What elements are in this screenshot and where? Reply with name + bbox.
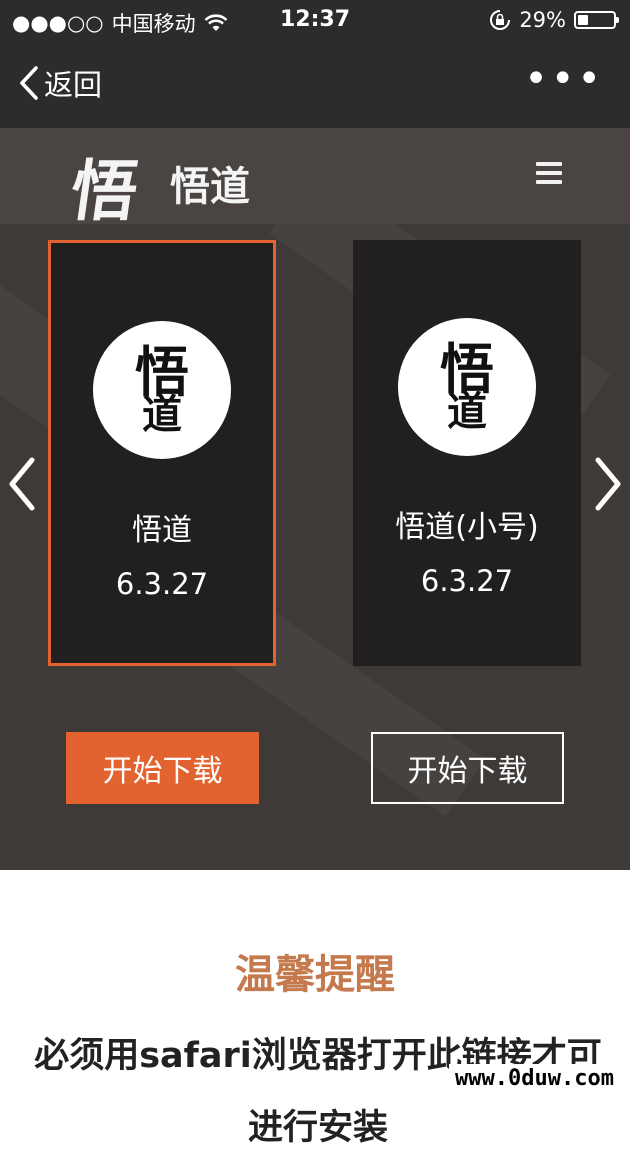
battery-icon <box>574 11 619 29</box>
nav-bar: 返回 ••• <box>0 48 630 118</box>
watermark: www.0duw.com <box>449 1064 620 1093</box>
app-gallery: 悟 道 悟道 6.3.27 悟 道 悟道(小号) 6.3.27 开始下载 开始下… <box>0 224 630 870</box>
battery-fill <box>578 15 588 25</box>
app-name: 悟道 <box>132 513 192 548</box>
app-name: 悟道(小号) <box>395 510 539 545</box>
back-button[interactable]: 返回 <box>18 62 102 104</box>
chevron-left-icon[interactable] <box>4 454 40 514</box>
battery-percent: 29% <box>519 8 566 32</box>
rotation-lock-icon <box>490 10 511 30</box>
app-version: 6.3.27 <box>420 564 514 598</box>
back-label: 返回 <box>44 68 103 102</box>
top-bar: ●●●○○ 中国移动 12:37 29% 返回 ••• <box>0 0 630 128</box>
app-card-main[interactable]: 悟 道 悟道 6.3.27 <box>48 240 276 666</box>
brand-logo: 悟 <box>65 152 143 230</box>
hamburger-menu-icon[interactable] <box>536 162 562 184</box>
app-logo: 悟 道 <box>398 318 536 456</box>
more-button[interactable]: ••• <box>524 56 604 102</box>
app-version: 6.3.27 <box>115 567 209 601</box>
app-logo: 悟 道 <box>93 321 231 459</box>
download-button-secondary[interactable]: 开始下载 <box>371 732 564 804</box>
tip-title: 温馨提醒 <box>235 952 395 998</box>
chevron-right-icon[interactable] <box>590 454 626 514</box>
brand-name: 悟道 <box>170 164 250 210</box>
app-card-secondary[interactable]: 悟 道 悟道(小号) 6.3.27 <box>353 240 581 666</box>
chevron-left-icon <box>20 66 38 100</box>
status-bar: ●●●○○ 中国移动 12:37 29% <box>0 0 630 42</box>
download-button-main[interactable]: 开始下载 <box>66 732 259 804</box>
brand-header: 悟 悟道 <box>0 128 630 230</box>
